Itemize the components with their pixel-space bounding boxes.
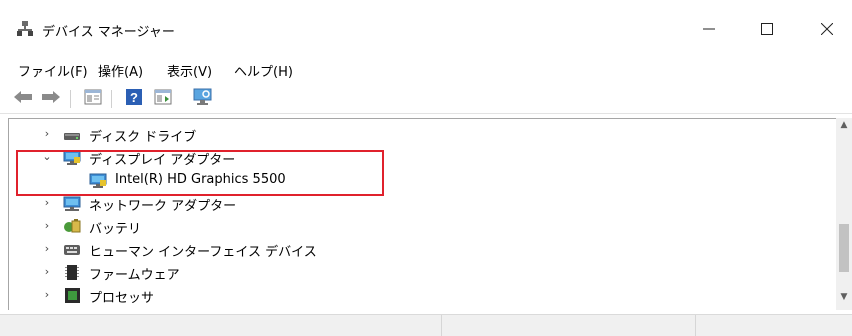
hid-icon	[63, 241, 81, 258]
help-button[interactable]: ?	[123, 88, 145, 110]
status-separator	[441, 315, 442, 336]
device-tree[interactable]: › ディスク ドライブ ⌄ ディスプレイ アダプター Intel(R) HD G…	[8, 118, 852, 310]
show-hide-button[interactable]	[152, 88, 174, 110]
firmware-icon	[63, 264, 81, 281]
show-hide-icon	[154, 89, 172, 109]
minimize-icon	[703, 23, 715, 39]
forward-button[interactable]	[40, 88, 62, 110]
maximize-button[interactable]	[744, 14, 790, 48]
menu-bar: ファイル(F) 操作(A) 表示(V) ヘルプ(H)	[0, 58, 852, 82]
back-button[interactable]	[12, 88, 34, 110]
tree-row-label: プロセッサ	[89, 291, 155, 306]
tree-row-label: ネットワーク アダプター	[89, 199, 237, 214]
tree-row-label: ヒューマン インターフェイス デバイス	[89, 245, 317, 260]
chevron-right-icon[interactable]: ›	[41, 242, 53, 256]
scroll-down-icon[interactable]: ▼	[836, 292, 852, 306]
close-button[interactable]	[804, 14, 850, 48]
chevron-right-icon[interactable]: ›	[41, 219, 53, 233]
properties-button[interactable]	[82, 88, 104, 110]
vertical-scrollbar[interactable]: ▲ ▼	[836, 118, 852, 310]
svg-text:?: ?	[130, 90, 138, 105]
tree-row-batteries[interactable]: › バッテリ	[9, 215, 837, 238]
scroll-thumb[interactable]	[839, 224, 849, 272]
disk-drive-icon	[63, 126, 81, 143]
close-icon	[820, 22, 834, 39]
processor-icon	[63, 287, 81, 304]
toolbar: ?	[0, 84, 852, 114]
highlight-box	[16, 150, 384, 196]
help-icon: ?	[125, 88, 143, 110]
title-bar: デバイス マネージャー	[0, 0, 852, 54]
tree-row-processors[interactable]: › プロセッサ	[9, 284, 837, 307]
chevron-right-icon[interactable]: ›	[41, 196, 53, 210]
toolbar-separator	[111, 90, 112, 108]
tree-row-label: ディスク ドライブ	[89, 130, 197, 145]
menu-file[interactable]: ファイル(F)	[18, 61, 88, 80]
window-title: デバイス マネージャー	[42, 25, 175, 40]
chevron-right-icon[interactable]: ›	[41, 288, 53, 302]
minimize-button[interactable]	[686, 14, 732, 48]
scan-hardware-button[interactable]	[192, 88, 214, 110]
scroll-up-icon[interactable]: ▲	[836, 120, 852, 134]
menu-view[interactable]: 表示(V)	[167, 61, 212, 80]
toolbar-separator	[70, 90, 71, 108]
menu-help[interactable]: ヘルプ(H)	[234, 61, 293, 80]
tree-row-hid[interactable]: › ヒューマン インターフェイス デバイス	[9, 238, 837, 261]
scan-hardware-icon	[193, 88, 213, 110]
properties-icon	[84, 89, 102, 109]
status-bar	[0, 314, 852, 336]
menu-action[interactable]: 操作(A)	[98, 61, 143, 80]
tree-row-firmware[interactable]: › ファームウェア	[9, 261, 837, 284]
back-arrow-icon	[13, 90, 33, 108]
chevron-right-icon[interactable]: ›	[41, 265, 53, 279]
device-manager-icon	[16, 20, 34, 38]
network-adapter-icon	[63, 195, 81, 212]
status-separator	[695, 315, 696, 336]
battery-icon	[63, 218, 81, 235]
forward-arrow-icon	[41, 90, 61, 108]
tree-row-label: バッテリ	[89, 222, 142, 237]
maximize-icon	[761, 23, 773, 39]
tree-row-label: ファームウェア	[89, 268, 180, 283]
tree-row-disk-drives[interactable]: › ディスク ドライブ	[9, 123, 837, 146]
chevron-right-icon[interactable]: ›	[41, 127, 53, 141]
